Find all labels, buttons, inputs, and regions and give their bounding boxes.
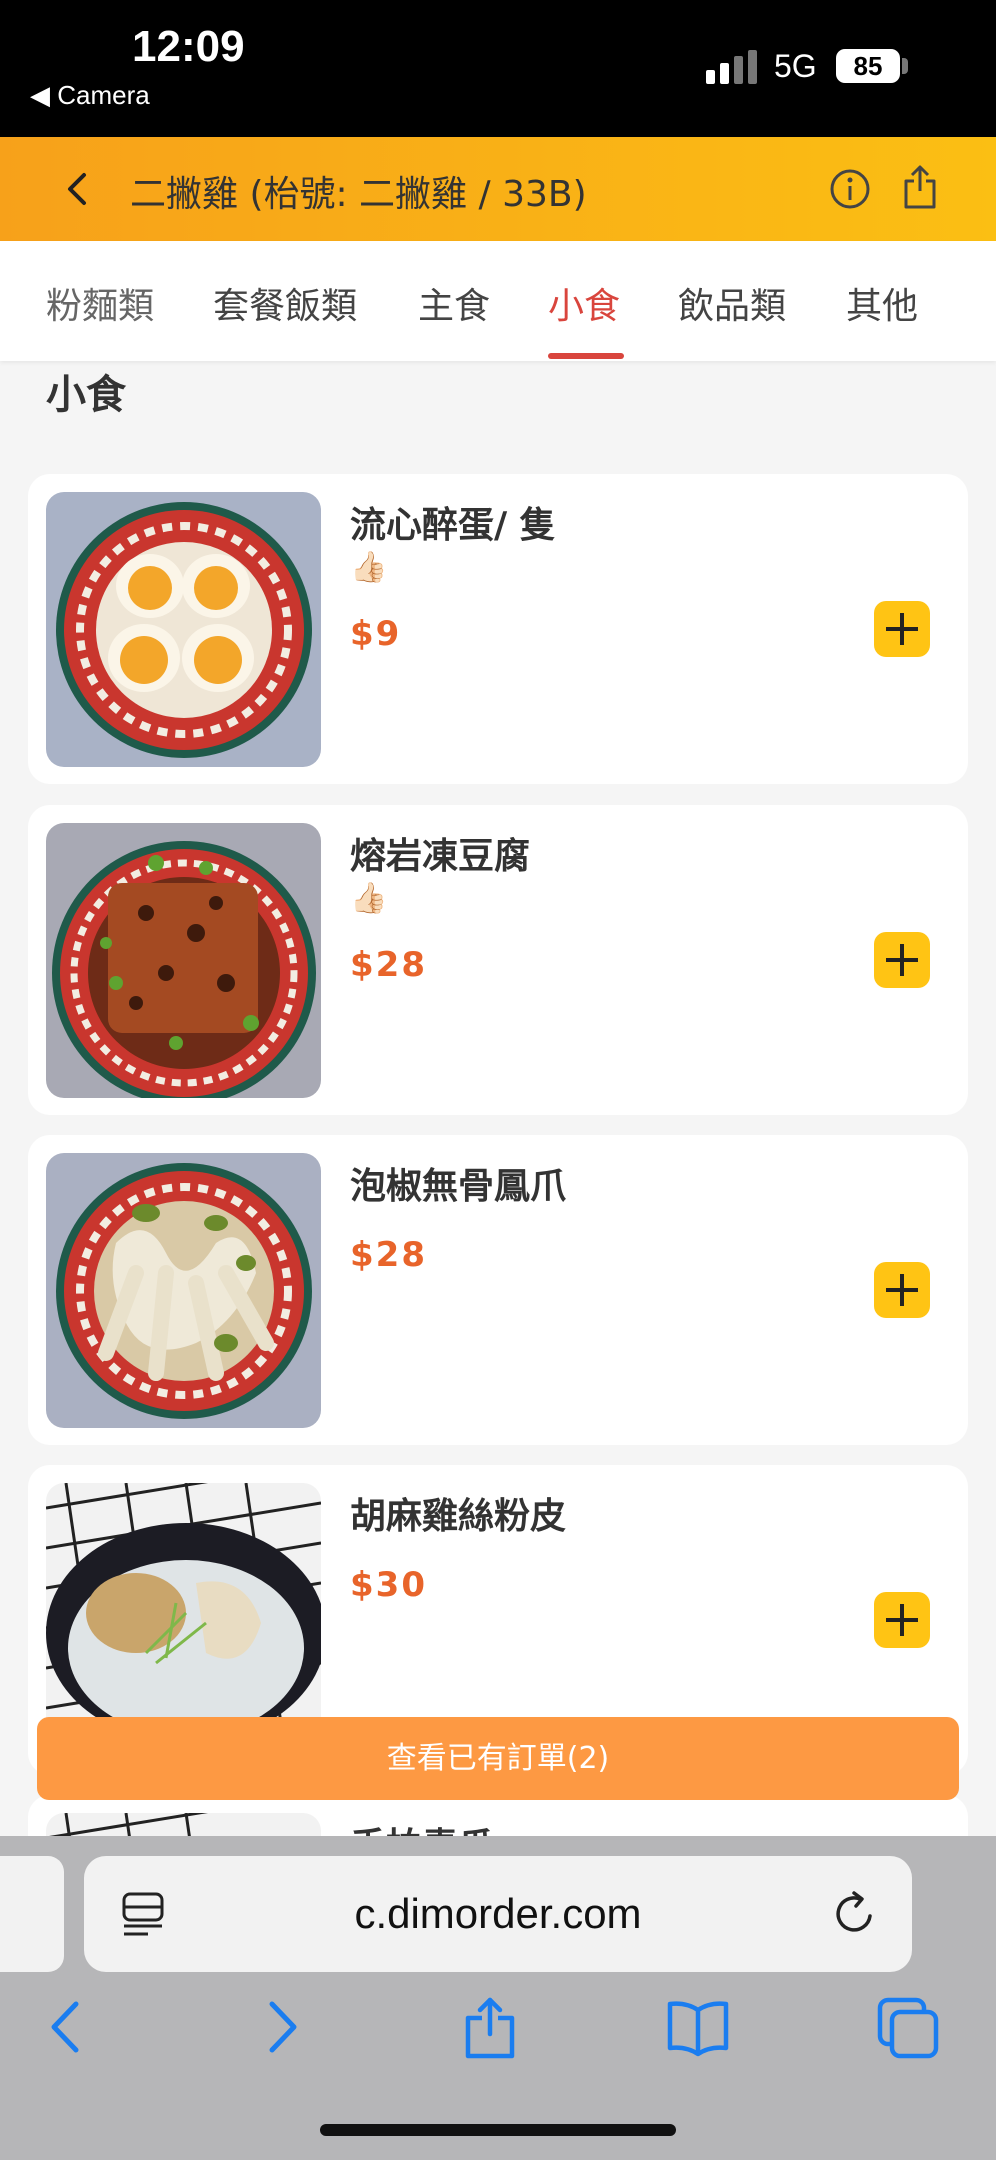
bookmarks-icon[interactable] (666, 1994, 730, 2060)
home-indicator[interactable] (320, 2124, 676, 2136)
add-item-button[interactable] (874, 932, 930, 988)
item-photo-tofu (46, 823, 321, 1098)
tab-noodles[interactable]: 粉麵類 (46, 277, 154, 329)
menu-item-card[interactable]: 熔岩凍豆腐 👍🏻 $28 (28, 805, 968, 1115)
menu-item-card[interactable]: 流心醉蛋/ 隻 👍🏻 $9 (28, 474, 968, 784)
browser-toolbar: c.dimorder.com (0, 1836, 996, 2160)
status-bar: 12:09 ◀ Camera 5G 85 (0, 0, 996, 137)
thumbs-up-icon: 👍🏻 (350, 550, 388, 585)
item-price: $28 (350, 945, 427, 985)
active-tab-indicator (548, 353, 624, 359)
info-icon[interactable] (828, 167, 872, 211)
battery-cap (902, 58, 908, 74)
add-item-button[interactable] (874, 1592, 930, 1648)
tab-staples[interactable]: 主食 (418, 277, 490, 329)
view-orders-button[interactable]: 查看已有訂單(2) (37, 1717, 959, 1800)
browser-forward-icon[interactable] (250, 1994, 314, 2060)
page-title: 二撇雞 (枱號: 二撇雞 / 33B) (130, 174, 587, 215)
item-name: 熔岩凍豆腐 (350, 836, 531, 877)
tab-set-meals[interactable]: 套餐飯類 (213, 277, 357, 329)
item-name: 胡麻雞絲粉皮 (350, 1496, 567, 1537)
item-price: $28 (350, 1235, 427, 1275)
tab-others[interactable]: 其他 (846, 277, 918, 329)
reload-icon[interactable] (832, 1890, 880, 1938)
share-icon[interactable] (900, 163, 940, 211)
add-item-button[interactable] (874, 601, 930, 657)
signal-icon (706, 50, 757, 84)
app-header: 二撇雞 (枱號: 二撇雞 / 33B) (0, 137, 996, 241)
network-type: 5G (774, 48, 817, 84)
category-tabs: 粉麵類 套餐飯類 主食 小食 飲品類 其他 (0, 241, 996, 361)
item-name: 泡椒無骨鳳爪 (350, 1166, 567, 1207)
section-title: 小食 (46, 372, 126, 418)
back-to-camera-link[interactable]: ◀ Camera (30, 80, 150, 111)
back-arrow-icon[interactable] (58, 169, 98, 209)
tabs-icon[interactable] (876, 1994, 940, 2060)
battery-indicator: 85 (836, 49, 900, 83)
thumbs-up-icon: 👍🏻 (350, 881, 388, 916)
menu-item-card[interactable]: 泡椒無骨鳳爪 $28 (28, 1135, 968, 1445)
item-name: 流心醉蛋/ 隻 (350, 505, 556, 546)
clock: 12:09 (132, 22, 245, 71)
url-text[interactable]: c.dimorder.com (84, 1890, 912, 1938)
add-item-button[interactable] (874, 1262, 930, 1318)
address-bar[interactable]: c.dimorder.com (84, 1856, 912, 1972)
item-photo-eggs (46, 492, 321, 767)
previous-tab-preview[interactable] (0, 1856, 64, 1972)
tab-snacks[interactable]: 小食 (548, 277, 620, 329)
browser-back-icon[interactable] (34, 1994, 98, 2060)
item-price: $30 (350, 1565, 427, 1605)
browser-share-icon[interactable] (458, 1994, 522, 2060)
item-photo-chicken-feet (46, 1153, 321, 1428)
item-price: $9 (350, 614, 402, 654)
tab-drinks[interactable]: 飲品類 (678, 277, 786, 329)
